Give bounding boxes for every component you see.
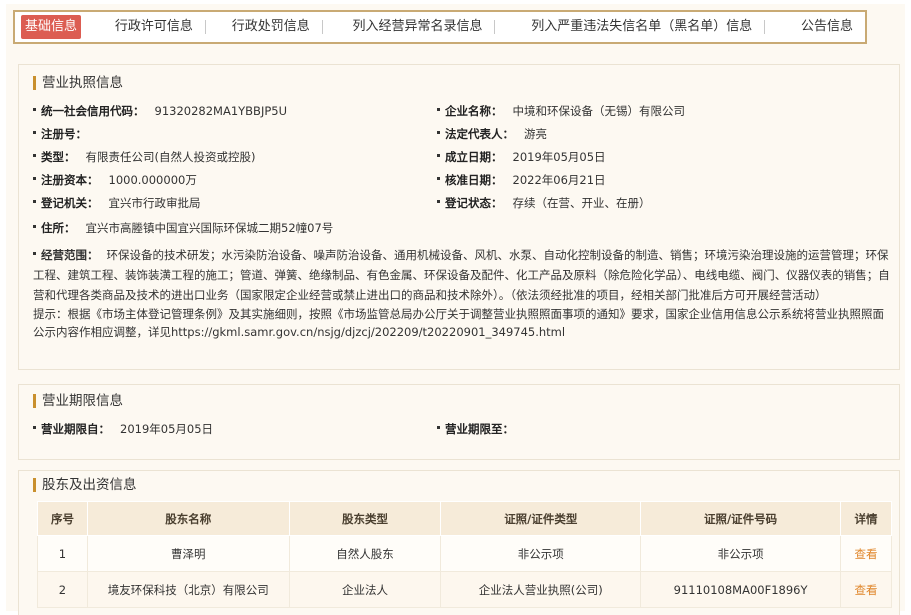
cell-detail: 查看 [840, 571, 892, 608]
notice-text: 提示：根据《市场主体登记管理条例》及其实施细则，按照《市场监管总局办公厅关于调整… [33, 307, 884, 339]
cell-name: 境友环保科技（北京）有限公司 [86, 571, 290, 608]
field-credit-code: 统一社会信用代码： 91320282MA1YBBJP5U [33, 103, 287, 119]
field-label: 统一社会信用代码： [41, 104, 145, 118]
field-label: 登记状态： [445, 196, 503, 210]
field-est-date: 成立日期： 2019年05月05日 [437, 149, 606, 165]
field-value: 宜兴市高塍镇中国宜兴国际环保城二期52幢07号 [85, 221, 334, 235]
field-type: 类型： 有限责任公司(自然人投资或控股) [33, 149, 255, 165]
cell-type: 自然人股东 [288, 535, 442, 572]
column-header-detail: 详情 [840, 501, 892, 536]
field-label: 注册资本： [41, 173, 99, 187]
field-label: 企业名称： [445, 104, 503, 118]
cell-no: 1 [37, 535, 88, 572]
field-label: 经营范围： [41, 248, 99, 262]
column-header-type: 股东类型 [288, 501, 442, 536]
column-header-id-no: 证照/证件号码 [640, 501, 842, 536]
bullet-dot [437, 154, 440, 157]
field-business-scope: 经营范围： 环保设备的技术研发；水污染防治设备、噪声防治设备、通用机械设备、风机、… [33, 245, 893, 305]
tab-admin-license[interactable]: 行政许可信息 [103, 15, 205, 39]
field-period-start: 营业期限自： 2019年05月05日 [33, 421, 213, 437]
cell-name: 曹泽明 [86, 535, 290, 572]
field-approve-date: 核准日期： 2022年06月21日 [437, 172, 606, 188]
license-section-title: 营业执照信息 [33, 75, 123, 91]
field-value: 2019年05月05日 [512, 150, 606, 164]
bullet-dot [33, 426, 36, 429]
table-header-row: 序号 股东名称 股东类型 证照/证件类型 证照/证件号码 详情 [37, 501, 892, 536]
bullet-dot [437, 177, 440, 180]
bullet-dot [437, 426, 440, 429]
column-header-id-type: 证照/证件类型 [440, 501, 642, 536]
bullet-dot [33, 108, 36, 111]
field-label: 注册号： [41, 127, 87, 141]
bullet-dot [437, 131, 440, 134]
field-label: 登记机关： [41, 196, 99, 210]
tab-basic-info[interactable]: 基础信息 [21, 15, 81, 39]
cell-id-no: 91110108MA00F1896Y [640, 571, 842, 608]
field-address: 住所： 宜兴市高塍镇中国宜兴国际环保城二期52幢07号 [33, 220, 333, 236]
field-label: 营业期限至： [445, 422, 514, 436]
field-label: 营业期限自： [41, 422, 110, 436]
view-detail-link[interactable]: 查看 [855, 547, 878, 561]
tab-separator [204, 20, 206, 34]
field-label: 成立日期： [445, 150, 503, 164]
bullet-dot [437, 200, 440, 203]
field-value: 有限责任公司(自然人投资或控股) [85, 150, 256, 164]
field-label: 法定代表人： [445, 127, 514, 141]
field-capital: 注册资本： 1000.000000万 [33, 172, 197, 188]
bullet-dot [33, 225, 36, 228]
cell-no: 2 [37, 571, 88, 608]
cell-id-type: 企业法人营业执照(公司) [440, 571, 642, 608]
field-value: 存续（在营、开业、在册） [512, 196, 651, 210]
column-header-name: 股东名称 [86, 501, 290, 536]
shareholder-table: 序号 股东名称 股东类型 证照/证件类型 证照/证件号码 详情 1 曹泽明 自然… [37, 501, 892, 608]
field-value: 宜兴市行政审批局 [108, 196, 201, 210]
tab-separator [764, 20, 765, 34]
license-section: 营业执照信息 统一社会信用代码： 91320282MA1YBBJP5U 企业名称：… [18, 64, 900, 370]
tab-separator [321, 20, 323, 34]
shareholder-section-title: 股东及出资信息 [33, 477, 137, 493]
bullet-dot [33, 252, 36, 255]
field-value: 中境和环保设备（无锡）有限公司 [512, 104, 686, 118]
bullet-dot [33, 177, 36, 180]
field-value: 游亮 [524, 127, 547, 141]
field-label: 住所： [41, 221, 76, 235]
field-status: 登记状态： 存续（在营、开业、在册） [437, 195, 651, 211]
field-label: 核准日期： [445, 173, 503, 187]
bullet-dot [33, 154, 36, 157]
page-frame: 基础信息 行政许可信息 行政处罚信息 列入经营异常名录信息 列入严重违法失信名单… [6, 4, 905, 615]
bullet-dot [33, 131, 36, 134]
cell-detail: 查看 [840, 535, 892, 572]
field-value: 2019年05月05日 [120, 422, 214, 436]
cell-id-type: 非公示项 [440, 535, 642, 572]
tab-abnormal-list[interactable]: 列入经营异常名录信息 [340, 15, 494, 39]
period-section-title: 营业期限信息 [33, 393, 123, 409]
column-header-no: 序号 [37, 501, 88, 536]
field-value: 1000.000000万 [108, 173, 197, 187]
view-detail-link[interactable]: 查看 [855, 583, 878, 597]
field-value: 2022年06月21日 [512, 173, 606, 187]
field-reg-no: 注册号： [33, 126, 97, 142]
table-row: 2 境友环保科技（北京）有限公司 企业法人 企业法人营业执照(公司) 91110… [37, 571, 892, 608]
field-authority: 登记机关： 宜兴市行政审批局 [33, 195, 201, 211]
field-value: 91320282MA1YBBJP5U [154, 104, 288, 118]
cell-type: 企业法人 [288, 571, 442, 608]
field-legal-rep: 法定代表人： 游亮 [437, 126, 547, 142]
tab-blacklist[interactable]: 列入严重违法失信名单（黑名单）信息 [519, 15, 764, 39]
field-value: 环保设备的技术研发；水污染防治设备、噪声防治设备、通用机械设备、风机、水泵、自动… [33, 248, 890, 302]
tab-bar: 基础信息 行政许可信息 行政处罚信息 列入经营异常名录信息 列入严重违法失信名单… [13, 10, 867, 44]
tab-announcement[interactable]: 公告信息 [789, 15, 865, 39]
field-label: 类型： [41, 150, 76, 164]
bullet-dot [437, 108, 440, 111]
period-section: 营业期限信息 营业期限自： 2019年05月05日 营业期限至： [18, 384, 900, 460]
table-row: 1 曹泽明 自然人股东 非公示项 非公示项 查看 [37, 535, 892, 572]
field-company-name: 企业名称： 中境和环保设备（无锡）有限公司 [437, 103, 685, 119]
shareholder-section: 股东及出资信息 序号 股东名称 股东类型 证照/证件类型 证照/证件号码 详情 … [18, 470, 900, 615]
bullet-dot [33, 200, 36, 203]
tab-separator [494, 20, 496, 34]
field-period-end: 营业期限至： [437, 421, 524, 437]
cell-id-no: 非公示项 [640, 535, 842, 572]
tab-admin-penalty[interactable]: 行政处罚信息 [220, 15, 322, 39]
